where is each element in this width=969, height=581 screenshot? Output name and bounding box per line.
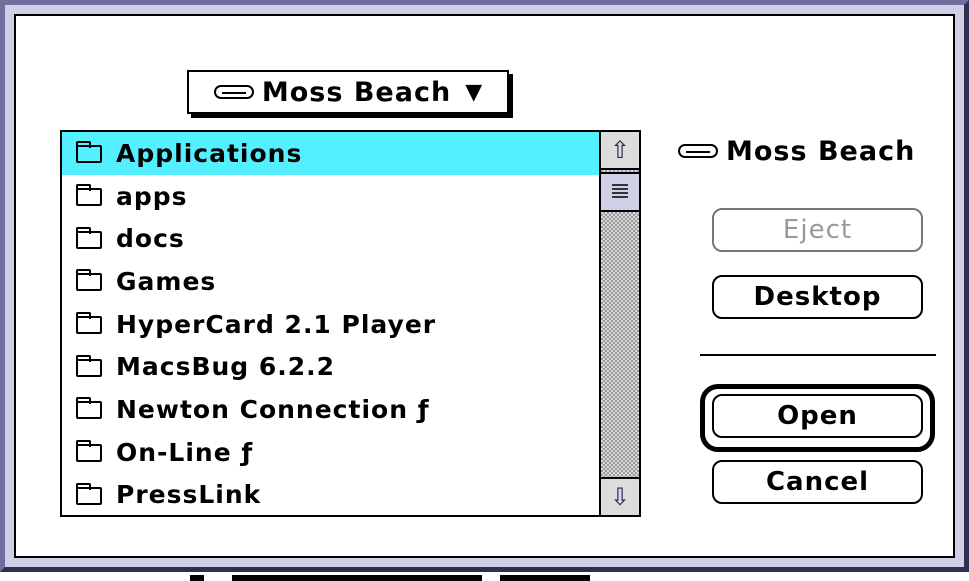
list-item-label: Newton Connection ƒ	[116, 394, 430, 424]
triangle-down-icon: ▼	[465, 79, 483, 105]
current-volume: Moss Beach	[678, 132, 938, 170]
folder-icon	[76, 440, 102, 463]
scroll-thumb[interactable]	[601, 172, 639, 212]
background-text-fragment	[190, 575, 204, 581]
eject-button[interactable]: Eject	[712, 208, 923, 252]
folder-icon	[76, 184, 102, 207]
list-item-label: PressLink	[116, 480, 262, 510]
folder-icon	[76, 226, 102, 249]
list-item[interactable]: On-Line ƒ	[62, 431, 599, 474]
list-item[interactable]: HyperCard 2.1 Player	[62, 303, 599, 346]
list-item[interactable]: apps	[62, 175, 599, 218]
desktop-button[interactable]: Desktop	[712, 275, 923, 319]
scroll-up-arrow-icon[interactable]: ⇧	[601, 132, 639, 170]
list-item-label: docs	[116, 224, 185, 254]
background-strip	[0, 572, 969, 581]
folder-popup-menu[interactable]: Moss Beach ▼	[187, 70, 509, 114]
list-item-label: HyperCard 2.1 Player	[116, 309, 437, 339]
vertical-scrollbar[interactable]: ⇧ ⇩	[599, 132, 639, 515]
hard-disk-icon	[678, 144, 718, 158]
list-item[interactable]: Games	[62, 260, 599, 303]
list-item[interactable]: docs	[62, 217, 599, 260]
list-item-label: apps	[116, 181, 188, 211]
list-item[interactable]: Applications	[62, 132, 599, 175]
list-item[interactable]: MacsBug 6.2.2	[62, 345, 599, 388]
file-list[interactable]: Applications apps docs Games HyperCard 2.1 P…	[60, 130, 641, 517]
file-list-rows: Applications apps docs Games HyperCard 2.1 P…	[62, 132, 599, 515]
open-button[interactable]: Open	[712, 394, 923, 438]
folder-icon	[76, 397, 102, 420]
list-item-label: MacsBug 6.2.2	[116, 352, 336, 382]
folder-icon	[76, 482, 102, 505]
folder-icon	[76, 141, 102, 164]
background-text-fragment	[232, 575, 482, 581]
folder-icon	[76, 269, 102, 292]
list-item-label: Applications	[116, 138, 303, 168]
hard-disk-icon	[213, 85, 254, 99]
grip-icon	[612, 184, 628, 200]
divider	[700, 354, 936, 356]
list-item[interactable]: Newton Connection ƒ	[62, 388, 599, 431]
list-item-label: On-Line ƒ	[116, 437, 254, 467]
popup-menu-label: Moss Beach	[261, 76, 452, 108]
list-item-label: Games	[116, 266, 217, 296]
volume-name: Moss Beach	[726, 135, 916, 167]
folder-icon	[76, 354, 102, 377]
list-item[interactable]: PressLink	[62, 474, 599, 516]
scroll-down-arrow-icon[interactable]: ⇩	[601, 477, 639, 515]
background-text-fragment	[500, 575, 590, 581]
cancel-button[interactable]: Cancel	[712, 460, 923, 504]
folder-icon	[76, 312, 102, 335]
